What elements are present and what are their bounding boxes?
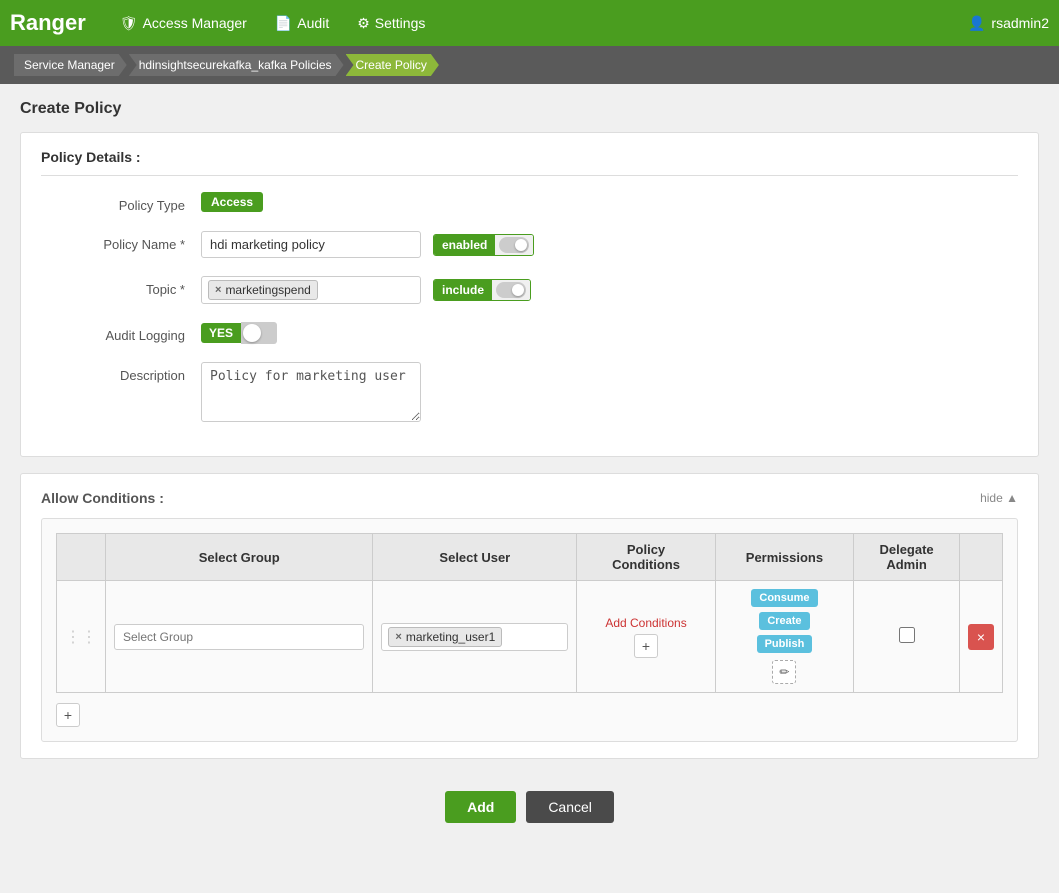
user-tag: × marketing_user1 <box>388 627 502 647</box>
col-delegate-header: DelegateAdmin <box>854 534 960 581</box>
top-nav: Ranger 🛡 Access Manager 📄 Audit ⚙ Settin… <box>0 0 1059 46</box>
policy-name-label: Policy Name * <box>41 231 201 252</box>
nav-access-manager[interactable]: 🛡 Access Manager <box>106 0 261 46</box>
breadcrumb: Service Manager hdinsightsecurekafka_kaf… <box>0 46 1059 84</box>
audit-yes-toggle[interactable]: YES <box>201 322 277 344</box>
conditions-cell: Add Conditions + <box>577 581 715 693</box>
topic-tag-remove[interactable]: × <box>215 284 221 296</box>
access-badge: Access <box>201 192 263 212</box>
brand-logo: Ranger <box>10 10 86 36</box>
audit-logging-controls: YES <box>201 322 1018 344</box>
breadcrumb-policies[interactable]: hdinsightsecurekafka_kafka Policies <box>129 54 344 76</box>
perm-publish-badge[interactable]: Publish <box>757 635 813 653</box>
add-conditions-link[interactable]: Add Conditions <box>585 616 706 630</box>
policy-details-card: Policy Details : Policy Type Access Poli… <box>20 132 1039 457</box>
page-content: Create Policy Policy Details : Policy Ty… <box>0 84 1059 855</box>
nav-audit[interactable]: 📄 Audit <box>261 0 343 46</box>
description-row: Description Policy for marketing user <box>41 362 1018 422</box>
user-tag-remove[interactable]: × <box>395 631 401 643</box>
drag-col-header <box>57 534 106 581</box>
allow-conditions-card: Allow Conditions : hide ▲ Select Group S… <box>20 473 1039 759</box>
user-tag-box[interactable]: × marketing_user1 <box>381 623 568 651</box>
footer-buttons: Add Cancel <box>20 775 1039 839</box>
col-permissions-header: Permissions <box>715 534 853 581</box>
drag-handle-icon[interactable]: ⋮⋮ <box>65 629 97 646</box>
permissions-cell: Consume Create Publish ✏ <box>715 581 853 693</box>
add-conditions-plus-btn[interactable]: + <box>634 634 658 658</box>
include-switch[interactable] <box>496 282 526 298</box>
description-input[interactable]: Policy for marketing user <box>201 362 421 422</box>
policy-details-title: Policy Details : <box>41 149 1018 176</box>
policy-name-row: Policy Name * enabled <box>41 231 1018 258</box>
drag-handle-cell: ⋮⋮ <box>57 581 106 693</box>
perm-create-badge[interactable]: Create <box>759 612 809 630</box>
policy-type-value: Access <box>201 192 1018 212</box>
page-title: Create Policy <box>20 100 1039 118</box>
add-button[interactable]: Add <box>445 791 516 823</box>
audit-switch[interactable] <box>241 322 277 344</box>
topic-tag-label: marketingspend <box>225 283 310 297</box>
shield-icon: 🛡 <box>120 15 138 32</box>
user-icon: 👤 <box>968 15 985 32</box>
allow-conditions-header: Allow Conditions : hide ▲ <box>41 490 1018 506</box>
include-label: include <box>434 280 492 300</box>
permissions-edit-btn[interactable]: ✏ <box>772 660 796 684</box>
add-row-btn[interactable]: + <box>56 703 80 727</box>
audit-yes-label: YES <box>201 323 241 343</box>
delegate-cell <box>854 581 960 693</box>
remove-row-btn[interactable]: × <box>968 624 994 650</box>
description-label: Description <box>41 362 201 383</box>
audit-logging-label: Audit Logging <box>41 322 201 343</box>
cancel-button[interactable]: Cancel <box>526 791 614 823</box>
topic-input-box[interactable]: × marketingspend <box>201 276 421 304</box>
user-cell: × marketing_user1 <box>373 581 577 693</box>
conditions-table: Select Group Select User PolicyCondition… <box>56 533 1003 693</box>
nav-settings[interactable]: ⚙ Settings <box>343 0 439 46</box>
hide-link[interactable]: hide ▲ <box>980 491 1018 505</box>
breadcrumb-create-policy[interactable]: Create Policy <box>346 54 439 76</box>
col-group-header: Select Group <box>106 534 373 581</box>
perm-consume-badge[interactable]: Consume <box>751 589 817 607</box>
select-group-input[interactable] <box>114 624 364 650</box>
topic-label: Topic * <box>41 276 201 297</box>
topic-tag: × marketingspend <box>208 280 318 300</box>
policy-name-controls: enabled <box>201 231 1018 258</box>
delegate-checkbox[interactable] <box>899 627 915 643</box>
description-controls: Policy for marketing user <box>201 362 1018 422</box>
condition-row: ⋮⋮ × marketing_user1 <box>57 581 1003 693</box>
nav-user: 👤 rsadmin2 <box>968 15 1049 32</box>
include-toggle[interactable]: include <box>433 279 531 301</box>
allow-conditions-title: Allow Conditions : <box>41 490 164 506</box>
add-row-area: + <box>56 703 1003 727</box>
enabled-label: enabled <box>434 235 495 255</box>
col-user-header: Select User <box>373 534 577 581</box>
policy-name-input[interactable] <box>201 231 421 258</box>
col-action-header <box>960 534 1003 581</box>
topic-row: Topic * × marketingspend include <box>41 276 1018 304</box>
audit-logging-row: Audit Logging YES <box>41 322 1018 344</box>
enabled-switch[interactable] <box>499 237 529 253</box>
policy-type-label: Policy Type <box>41 192 201 213</box>
document-icon: 📄 <box>275 15 292 32</box>
gear-icon: ⚙ <box>357 15 370 32</box>
user-tag-label: marketing_user1 <box>406 630 495 644</box>
policy-type-row: Policy Type Access <box>41 192 1018 213</box>
remove-cell: × <box>960 581 1003 693</box>
topic-controls: × marketingspend include <box>201 276 1018 304</box>
col-conditions-header: PolicyConditions <box>577 534 715 581</box>
breadcrumb-service-manager[interactable]: Service Manager <box>14 54 127 76</box>
conditions-wrapper: Select Group Select User PolicyCondition… <box>41 518 1018 742</box>
group-cell <box>106 581 373 693</box>
enabled-toggle[interactable]: enabled <box>433 234 534 256</box>
